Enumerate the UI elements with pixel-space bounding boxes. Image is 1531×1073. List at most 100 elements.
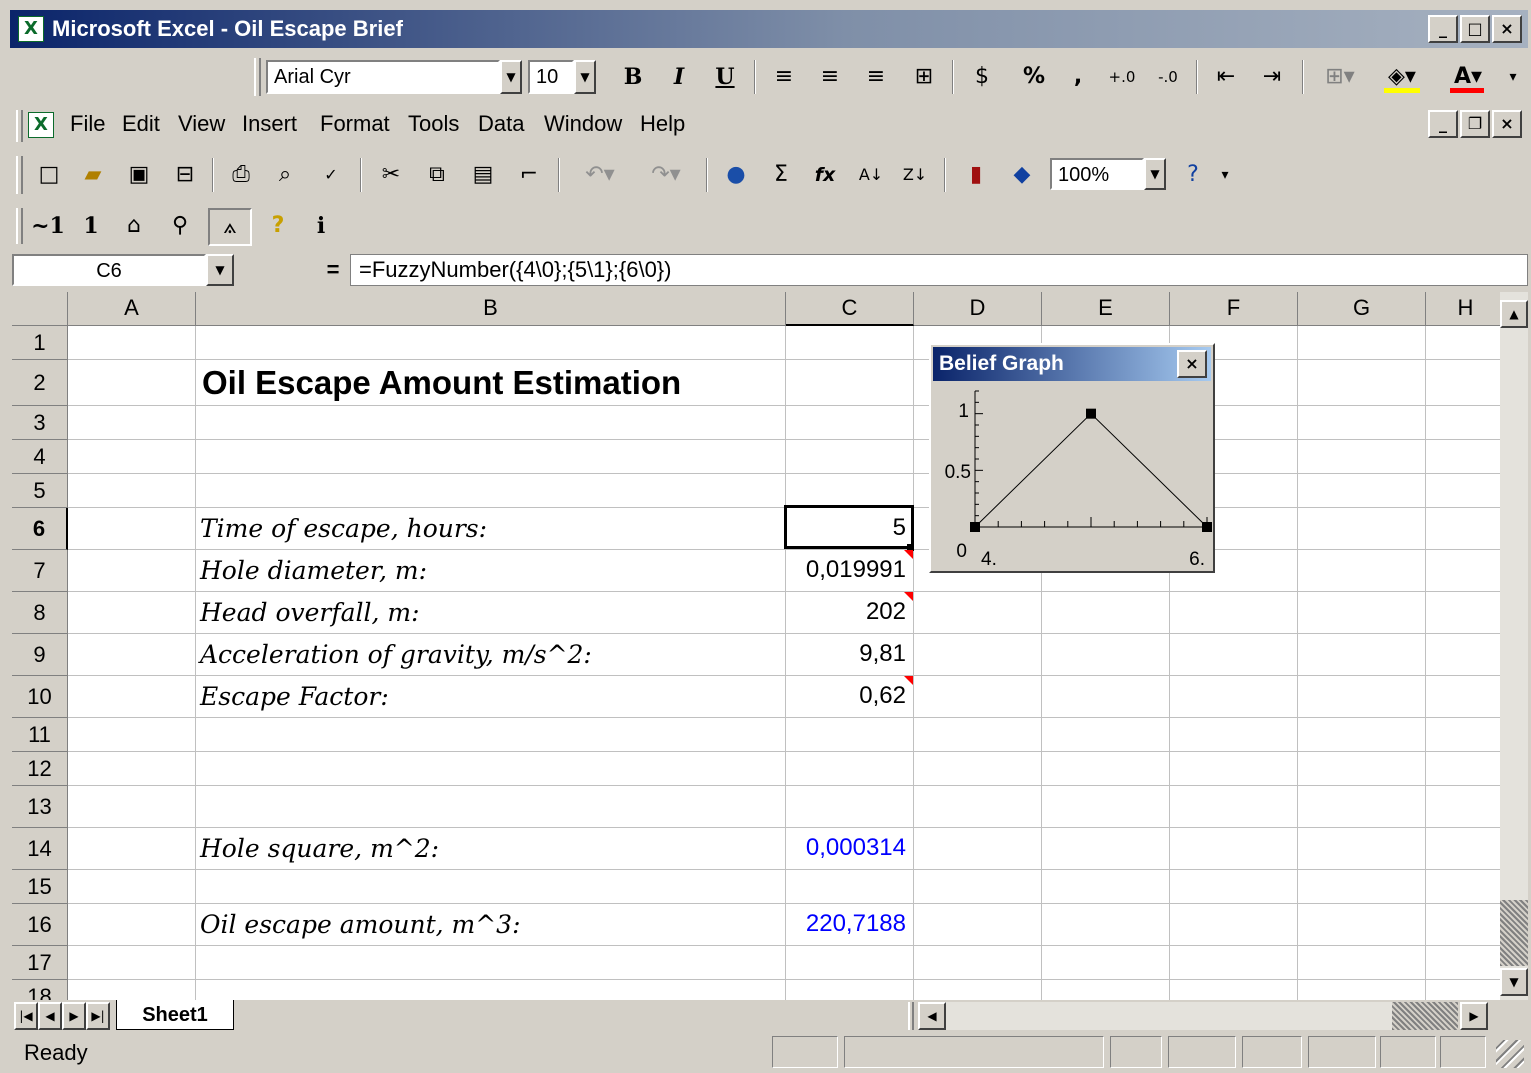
row-header[interactable]: 13: [12, 786, 68, 828]
menu-edit[interactable]: Edit: [122, 106, 160, 142]
redo-icon[interactable]: ↷▾: [636, 157, 696, 193]
column-header-g[interactable]: G: [1298, 292, 1426, 326]
next-sheet-button[interactable]: ▶: [62, 1002, 86, 1030]
horizontal-scroll-track[interactable]: [946, 1002, 1392, 1030]
new-icon[interactable]: □: [30, 157, 68, 193]
italic-button[interactable]: I: [662, 59, 696, 95]
decrease-indent-icon[interactable]: ⇤: [1206, 59, 1246, 95]
comment-indicator[interactable]: [904, 676, 913, 685]
crisp-one-button[interactable]: 1: [76, 208, 106, 244]
underline-button[interactable]: U: [708, 59, 742, 95]
menu-help[interactable]: Help: [640, 106, 685, 142]
row-header[interactable]: 11: [12, 718, 68, 752]
merge-center-icon[interactable]: ⊞: [904, 59, 944, 95]
formula-equals[interactable]: =: [318, 254, 348, 286]
column-header-h[interactable]: H: [1426, 292, 1500, 326]
belief-graph-toggle-icon[interactable]: ⟑: [208, 208, 252, 246]
align-right-icon[interactable]: ≡: [856, 59, 896, 95]
label-cell-b9[interactable]: Acceleration of gravity, m/s^2:: [200, 640, 592, 669]
comma-style-button[interactable]: ,: [1058, 59, 1098, 95]
font-name-dropdown[interactable]: ▼: [500, 60, 522, 94]
membership-point[interactable]: [970, 522, 980, 532]
scroll-left-button[interactable]: ◀: [918, 1002, 946, 1030]
membership-point[interactable]: [1086, 408, 1096, 419]
row-header[interactable]: 3: [12, 406, 68, 440]
save-icon[interactable]: ▣: [120, 157, 158, 193]
row-header[interactable]: 8: [12, 592, 68, 634]
minimize-button[interactable]: _: [1428, 15, 1458, 43]
first-sheet-button[interactable]: |◀: [14, 1002, 38, 1030]
copy-icon[interactable]: ⧉: [418, 157, 456, 193]
menu-tools[interactable]: Tools: [408, 106, 459, 142]
print-icon[interactable]: ⎙: [222, 157, 260, 193]
worksheet-grid[interactable]: A B C D E F G H 1 2 3 4 5 6 7 8 9 10 11 …: [12, 292, 1500, 1000]
value-cell-c9[interactable]: 9,81: [788, 640, 906, 668]
decrease-decimal-icon[interactable]: -.0: [1148, 59, 1188, 95]
name-box-dropdown[interactable]: ▼: [206, 254, 234, 286]
label-cell-b10[interactable]: Escape Factor:: [200, 682, 389, 711]
value-cell-c16[interactable]: 220,7188: [788, 910, 906, 938]
scroll-up-button[interactable]: ▲: [1500, 300, 1528, 328]
paste-function-button[interactable]: fx: [806, 157, 844, 193]
menu-view[interactable]: View: [178, 106, 225, 142]
row-header[interactable]: 7: [12, 550, 68, 592]
label-cell-b14[interactable]: Hole square, m^2:: [200, 834, 439, 863]
format-painter-icon[interactable]: ⌐: [510, 157, 548, 193]
approx-one-button[interactable]: ~1: [28, 208, 68, 244]
undo-icon[interactable]: ↶▾: [570, 157, 630, 193]
row-header[interactable]: 15: [12, 870, 68, 904]
hyperlink-icon[interactable]: ●: [716, 157, 756, 193]
toolbar-options-icon[interactable]: ▾: [1214, 157, 1236, 193]
font-size-select[interactable]: 10: [528, 60, 574, 94]
print-preview-icon[interactable]: ⌕: [266, 157, 304, 193]
belief-graph-close-button[interactable]: ×: [1177, 350, 1207, 378]
label-cell-b7[interactable]: Hole diameter, m:: [200, 556, 427, 585]
row-header[interactable]: 9: [12, 634, 68, 676]
cut-icon[interactable]: ✂: [372, 157, 410, 193]
scroll-right-button[interactable]: ▶: [1460, 1002, 1488, 1030]
bold-button[interactable]: B: [616, 59, 650, 95]
menu-insert[interactable]: Insert: [242, 106, 297, 142]
horizontal-scroll-thumb[interactable]: [1392, 1002, 1458, 1030]
select-all-corner[interactable]: [12, 292, 68, 326]
zoom-dropdown[interactable]: ▼: [1144, 158, 1166, 190]
borders-icon[interactable]: ⊞▾: [1312, 59, 1368, 95]
doc-restore-button[interactable]: ❐: [1460, 110, 1490, 138]
sheet-title-cell[interactable]: Oil Escape Amount Estimation: [202, 364, 681, 402]
comment-indicator[interactable]: [904, 592, 913, 601]
align-left-icon[interactable]: ≡: [764, 59, 804, 95]
label-cell-b8[interactable]: Head overfall, m:: [200, 598, 420, 627]
close-button[interactable]: ×: [1492, 15, 1522, 43]
align-center-icon[interactable]: ≡: [810, 59, 850, 95]
menu-data[interactable]: Data: [478, 106, 524, 142]
column-header-e[interactable]: E: [1042, 292, 1170, 326]
doc-close-button[interactable]: ×: [1492, 110, 1522, 138]
column-header-f[interactable]: F: [1170, 292, 1298, 326]
label-cell-b6[interactable]: Time of escape, hours:: [200, 514, 487, 543]
font-name-select[interactable]: Arial Cyr: [266, 60, 500, 94]
fuzzy-shape-icon[interactable]: ⌂: [114, 208, 154, 244]
drawing-icon[interactable]: ◆: [1002, 157, 1042, 193]
office-assistant-icon[interactable]: ?: [1174, 157, 1212, 193]
autosum-button[interactable]: Σ: [764, 157, 798, 193]
tab-split-handle[interactable]: [908, 1002, 914, 1030]
maximize-button[interactable]: □: [1460, 15, 1490, 43]
increase-indent-icon[interactable]: ⇥: [1252, 59, 1292, 95]
open-icon[interactable]: ▰: [74, 157, 112, 193]
belief-graph-titlebar[interactable]: Belief Graph ×: [933, 347, 1211, 381]
paste-icon[interactable]: ▤: [464, 157, 502, 193]
percent-style-button[interactable]: %: [1014, 59, 1054, 95]
value-cell-c8[interactable]: 202: [788, 598, 906, 626]
last-sheet-button[interactable]: ▶|: [86, 1002, 110, 1030]
row-header[interactable]: 14: [12, 828, 68, 870]
font-size-dropdown[interactable]: ▼: [574, 60, 596, 94]
value-cell-c7[interactable]: 0,019991: [788, 556, 906, 584]
membership-point[interactable]: [1202, 522, 1212, 532]
increase-decimal-icon[interactable]: +.0: [1102, 59, 1142, 95]
workbook-icon[interactable]: X: [28, 112, 54, 138]
row-header[interactable]: 12: [12, 752, 68, 786]
toolbar-options-icon[interactable]: ▾: [1500, 59, 1526, 95]
row-header[interactable]: 17: [12, 946, 68, 980]
column-header-c[interactable]: C: [786, 292, 914, 326]
menu-format[interactable]: Format: [320, 106, 390, 142]
